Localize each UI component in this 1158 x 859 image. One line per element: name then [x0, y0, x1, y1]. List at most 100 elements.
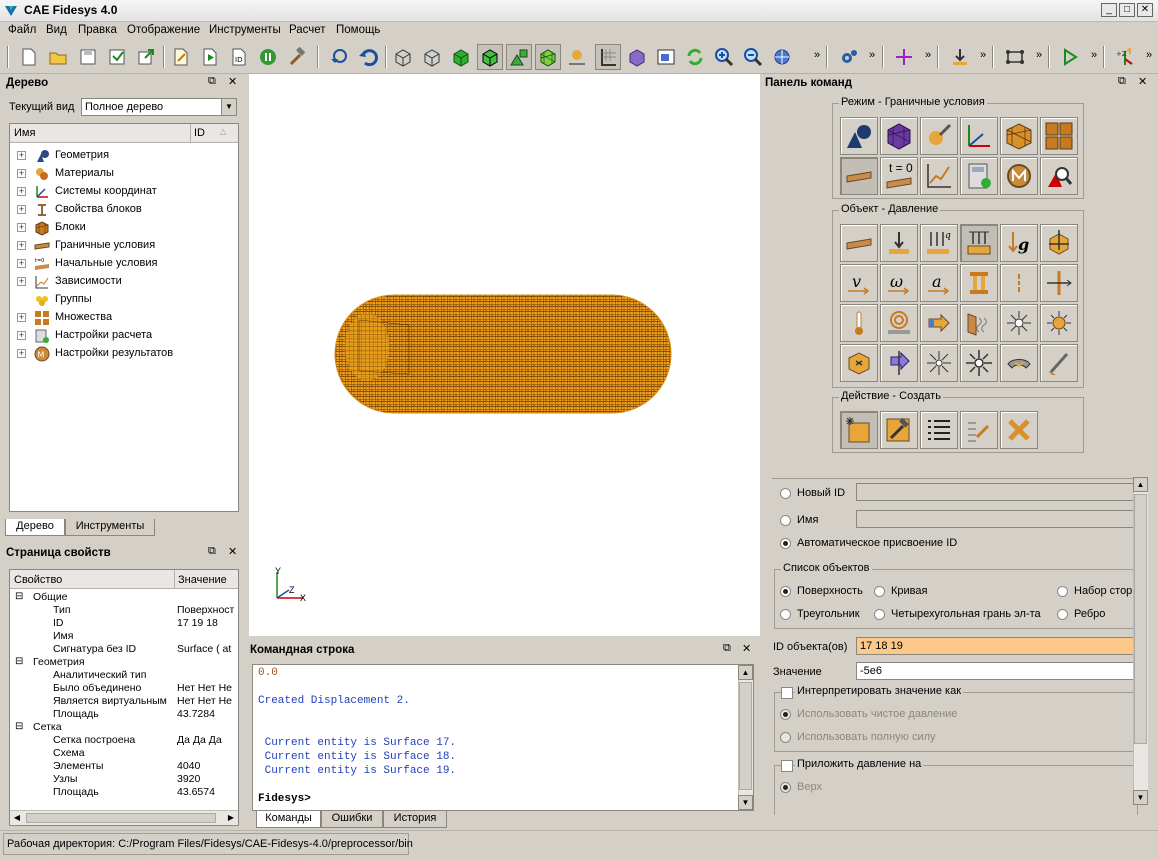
obj-acceleration-button[interactable]: a: [920, 264, 958, 302]
crosshair-icon[interactable]: [891, 44, 917, 70]
obj-constraint-button[interactable]: [1040, 344, 1078, 382]
geometry-view-icon[interactable]: [506, 44, 532, 70]
tree-item-dependencies[interactable]: + Зависимости: [10, 273, 230, 291]
minimize-button[interactable]: _: [1101, 3, 1117, 17]
tab-tree[interactable]: Дерево: [5, 519, 65, 536]
tree-col-id[interactable]: ID: [194, 127, 205, 139]
float-panel-icon[interactable]: ⧉: [723, 642, 731, 655]
tree-item-blocks[interactable]: + Блоки: [10, 219, 230, 237]
close-panel-icon[interactable]: ✕: [228, 545, 237, 558]
property-row[interactable]: Сигнатура без ID Surface ( at: [10, 643, 238, 656]
properties-table[interactable]: Свойство Значение ⊟ Общие Тип Поверхност ID 1…: [9, 569, 239, 826]
close-window-button[interactable]: ✕: [1137, 3, 1153, 17]
property-row[interactable]: Элементы 4040: [10, 760, 238, 773]
collapse-icon[interactable]: ⊟: [15, 591, 23, 602]
toolbar-more-7[interactable]: »: [1146, 49, 1152, 61]
tab-errors[interactable]: Ошибки: [321, 811, 383, 828]
scroll-up-icon[interactable]: ▲: [738, 665, 753, 680]
mesh-model[interactable]: [249, 74, 760, 636]
scroll-down-icon[interactable]: ▼: [1133, 790, 1148, 805]
property-row[interactable]: Является виртуальным Нет Нет Не: [10, 695, 238, 708]
import-icon[interactable]: [104, 44, 130, 70]
toolbar-more-5[interactable]: »: [1036, 49, 1042, 61]
obj-pressure-button[interactable]: [960, 224, 998, 262]
mode-calc-button[interactable]: [960, 157, 998, 195]
action-create-button[interactable]: [840, 411, 878, 449]
menu-calc[interactable]: Расчет: [289, 24, 326, 36]
obj-sideset-radio[interactable]: [1057, 586, 1068, 597]
new-id-radio[interactable]: [780, 488, 791, 499]
run-script-icon[interactable]: [197, 44, 223, 70]
scroll-right-icon[interactable]: ▶: [224, 811, 238, 825]
name-field[interactable]: [856, 510, 1138, 528]
obj-heat-flux-button[interactable]: [880, 304, 918, 342]
obj-convection-button[interactable]: [920, 304, 958, 342]
property-row[interactable]: ⊟ Геометрия: [10, 656, 238, 669]
tab-tools[interactable]: Инструменты: [65, 519, 155, 536]
float-panel-icon[interactable]: ⧉: [208, 545, 216, 558]
obj-rotation-button[interactable]: [880, 344, 918, 382]
mode-blocks-button[interactable]: [1000, 117, 1038, 155]
name-radio[interactable]: [780, 515, 791, 526]
window-view-icon[interactable]: [653, 44, 679, 70]
mode-geometry-button[interactable]: [840, 117, 878, 155]
full-force-radio[interactable]: [780, 732, 791, 743]
obj-velocity-button[interactable]: v: [840, 264, 878, 302]
obj-ids-input[interactable]: 17 18 19: [856, 637, 1138, 655]
obj-truss-button[interactable]: [1000, 264, 1038, 302]
float-panel-icon[interactable]: ⧉: [208, 75, 216, 88]
tree-item-geometry[interactable]: + Геометрия: [10, 147, 230, 165]
zoom-in-icon[interactable]: [711, 44, 737, 70]
property-row[interactable]: Было объединено Нет Нет Не: [10, 682, 238, 695]
property-row[interactable]: Имя: [10, 630, 238, 643]
scroll-thumb[interactable]: [739, 682, 752, 790]
transparency-icon[interactable]: [624, 44, 650, 70]
toolbar-more-6[interactable]: »: [1091, 49, 1097, 61]
maximize-button[interactable]: □: [1119, 3, 1135, 17]
scroll-thumb[interactable]: [26, 813, 216, 823]
property-row[interactable]: Тип Поверхност: [10, 604, 238, 617]
scroll-down-icon[interactable]: ▼: [738, 795, 753, 810]
zoom-out-icon[interactable]: [740, 44, 766, 70]
obj-body-force-button[interactable]: [1040, 224, 1078, 262]
shaded-edges-cube-icon[interactable]: [477, 44, 503, 70]
obj-initial-stress-button[interactable]: [840, 344, 878, 382]
export-icon[interactable]: [133, 44, 159, 70]
menu-file[interactable]: Файл: [8, 24, 36, 36]
property-row[interactable]: Площадь 43.6574: [10, 786, 238, 799]
mesh-region-icon[interactable]: [1002, 44, 1028, 70]
scroll-left-icon[interactable]: ◀: [10, 811, 24, 825]
obj-angular-velocity-button[interactable]: ω: [880, 264, 918, 302]
fit-view-icon[interactable]: [769, 44, 795, 70]
rotate-icon[interactable]: [682, 44, 708, 70]
tree-item-groups[interactable]: Группы: [10, 291, 230, 309]
obj-curve-radio[interactable]: [874, 586, 885, 597]
tree-item-coord-systems[interactable]: + Системы координат: [10, 183, 230, 201]
save-icon[interactable]: [75, 44, 101, 70]
collapse-icon[interactable]: ⊟: [15, 656, 23, 667]
mesh-view-icon[interactable]: [535, 44, 561, 70]
property-row[interactable]: Площадь 43.7284: [10, 708, 238, 721]
menu-help[interactable]: Помощь: [336, 24, 380, 36]
open-folder-icon[interactable]: [45, 44, 71, 70]
new-file-icon[interactable]: [16, 44, 42, 70]
collapse-icon[interactable]: ⊟: [15, 721, 23, 732]
property-row[interactable]: Сетка построена Да Да Да: [10, 734, 238, 747]
pure-pressure-radio[interactable]: [780, 709, 791, 720]
mode-mesh-button[interactable]: [880, 117, 918, 155]
obj-heat-source-button[interactable]: [1000, 304, 1038, 342]
new-id-field[interactable]: [856, 483, 1138, 501]
obj-surface-radio[interactable]: [780, 586, 791, 597]
top-radio[interactable]: [780, 782, 791, 793]
mode-inspect-button[interactable]: [1040, 157, 1078, 195]
obj-contact-button[interactable]: [1000, 344, 1038, 382]
tree-item-results[interactable]: + M Настройки результатов: [10, 345, 230, 363]
toolbar-more-4[interactable]: »: [980, 49, 986, 61]
hammer-tool-icon[interactable]: [284, 44, 310, 70]
hidden-line-cube-icon[interactable]: [419, 44, 445, 70]
menu-edit[interactable]: Правка: [78, 24, 117, 36]
obj-distributed-button[interactable]: q: [920, 224, 958, 262]
close-panel-icon[interactable]: ✕: [228, 75, 237, 88]
property-row[interactable]: Аналитический тип: [10, 669, 238, 682]
close-panel-icon[interactable]: ✕: [1138, 75, 1147, 88]
